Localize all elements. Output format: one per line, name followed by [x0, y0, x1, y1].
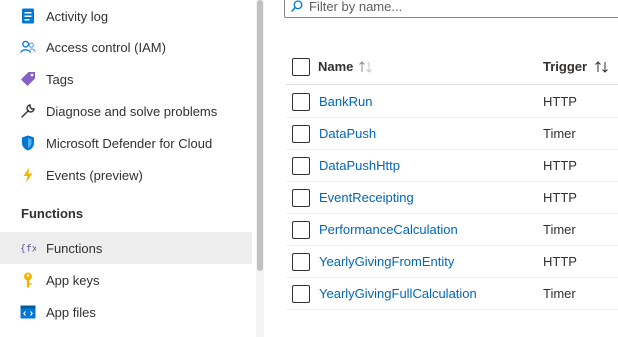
function-name-link[interactable]: YearlyGivingFromEntity: [319, 254, 454, 269]
table-row[interactable]: YearlyGivingFullCalculation Timer: [286, 278, 618, 310]
lightning-icon: [20, 167, 36, 183]
sidebar-item-defender[interactable]: Microsoft Defender for Cloud: [0, 127, 252, 159]
section-header-functions: Functions: [21, 206, 84, 221]
people-icon: [20, 39, 36, 55]
table-row[interactable]: YearlyGivingFromEntity HTTP: [286, 246, 618, 278]
row-checkbox[interactable]: [292, 253, 310, 271]
trigger-cell: HTTP: [543, 254, 577, 269]
sidebar-item-label: Diagnose and solve problems: [46, 103, 218, 119]
row-divider: [286, 309, 618, 310]
tag-icon: [20, 71, 36, 87]
column-header-label: Name: [318, 59, 354, 74]
sort-icon[interactable]: [358, 60, 374, 74]
function-name-link[interactable]: EventReceipting: [319, 190, 414, 205]
sidebar-item-label: Activity log: [46, 8, 109, 24]
row-checkbox[interactable]: [292, 221, 310, 239]
sidebar-item-label: App keys: [46, 272, 100, 288]
function-name-link[interactable]: YearlyGivingFullCalculation: [319, 286, 477, 301]
header-divider: [286, 84, 618, 85]
key-icon: [20, 272, 36, 288]
sidebar: Activity log Access control (IAM) Tags D…: [0, 0, 256, 337]
column-header-trigger[interactable]: Trigger: [543, 59, 610, 74]
sidebar-item-label: App files: [46, 304, 96, 320]
trigger-cell: Timer: [543, 286, 576, 301]
filter-box[interactable]: [284, 0, 618, 18]
select-all-checkbox[interactable]: [292, 58, 310, 76]
trigger-cell: Timer: [543, 222, 576, 237]
table-row[interactable]: DataPushHttp HTTP: [286, 150, 618, 182]
column-header-name[interactable]: Name: [318, 59, 374, 74]
svg-text:{fx}: {fx}: [20, 244, 36, 255]
sidebar-item-tags[interactable]: Tags: [0, 63, 252, 95]
function-name-link[interactable]: BankRun: [319, 94, 372, 109]
table-row[interactable]: DataPush Timer: [286, 118, 618, 150]
sidebar-item-access-control[interactable]: Access control (IAM): [0, 31, 252, 63]
sidebar-item-app-files[interactable]: App files: [0, 296, 252, 328]
filter-input[interactable]: [309, 0, 609, 15]
sidebar-item-events[interactable]: Events (preview): [0, 159, 252, 191]
sidebar-item-label: Functions: [46, 240, 103, 256]
row-checkbox[interactable]: [292, 285, 310, 303]
code-file-icon: [20, 304, 36, 320]
trigger-cell: Timer: [543, 126, 576, 141]
search-icon: [291, 0, 303, 12]
function-name-link[interactable]: DataPush: [319, 126, 376, 141]
table-row[interactable]: EventReceipting HTTP: [286, 182, 618, 214]
wrench-icon: [20, 103, 36, 119]
sidebar-item-label: Events (preview): [46, 167, 143, 183]
trigger-cell: HTTP: [543, 190, 577, 205]
function-name-link[interactable]: PerformanceCalculation: [319, 222, 458, 237]
sidebar-scrollbar-thumb[interactable]: [257, 0, 263, 271]
shield-icon: [20, 135, 36, 151]
trigger-cell: HTTP: [543, 94, 577, 109]
row-checkbox[interactable]: [292, 189, 310, 207]
sidebar-item-label: Access control (IAM): [46, 39, 166, 55]
function-icon: {fx}: [20, 240, 36, 256]
sidebar-item-activity-log[interactable]: Activity log: [0, 0, 252, 32]
row-checkbox[interactable]: [292, 125, 310, 143]
row-checkbox[interactable]: [292, 93, 310, 111]
function-name-link[interactable]: DataPushHttp: [319, 158, 400, 173]
sidebar-item-functions[interactable]: {fx} Functions: [0, 232, 252, 264]
activity-log-icon: [20, 8, 36, 24]
table-row[interactable]: BankRun HTTP: [286, 86, 618, 118]
table-row[interactable]: PerformanceCalculation Timer: [286, 214, 618, 246]
row-checkbox[interactable]: [292, 157, 310, 175]
sort-icon[interactable]: [594, 60, 610, 74]
sidebar-item-app-keys[interactable]: App keys: [0, 264, 252, 296]
sidebar-item-label: Tags: [46, 71, 74, 87]
trigger-cell: HTTP: [543, 158, 577, 173]
column-header-label: Trigger: [543, 59, 588, 74]
sidebar-item-label: Microsoft Defender for Cloud: [46, 135, 213, 151]
sidebar-item-diagnose[interactable]: Diagnose and solve problems: [0, 95, 252, 127]
